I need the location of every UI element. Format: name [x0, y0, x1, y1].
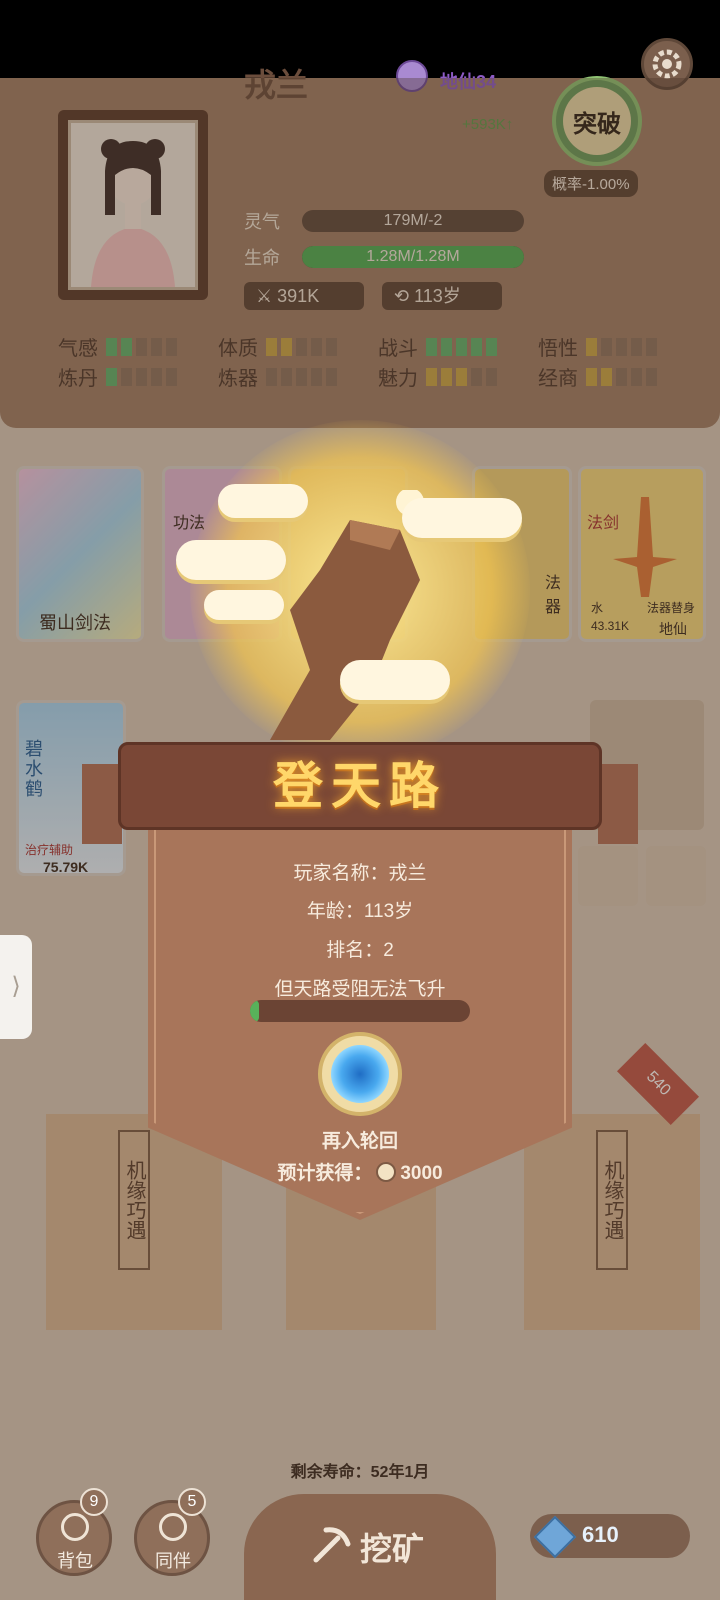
cloud	[402, 498, 522, 538]
banner-end-left	[82, 764, 122, 844]
bag-count-badge: 9	[80, 1488, 108, 1516]
player-name-line: 玩家名称：戎兰	[293, 863, 427, 884]
banner-end-right	[598, 764, 638, 844]
ascension-progress-bar	[250, 1000, 470, 1022]
vortex-icon	[331, 1045, 389, 1103]
chevron-right-icon: ⟩	[11, 973, 21, 1000]
bag-count: 9	[89, 1493, 99, 1510]
partner-label: 同伴	[155, 1551, 191, 1571]
gem-count: 610	[582, 1522, 619, 1547]
side-drawer-tab[interactable]: ⟩	[0, 935, 32, 1039]
ranking-line: 排名：2	[326, 940, 394, 961]
cloud	[204, 590, 284, 620]
person-icon	[159, 1513, 187, 1541]
modal-title: 登天路	[273, 756, 447, 815]
reward-line: 预计获得： 3000	[148, 1158, 572, 1185]
bag-icon	[61, 1513, 89, 1541]
ascension-message: 但天路受阻无法飞升	[274, 979, 446, 1000]
cloud	[176, 540, 286, 580]
pickaxe-icon	[313, 1527, 351, 1563]
age-line: 年龄：113岁	[306, 901, 414, 922]
partner-count: 5	[187, 1493, 197, 1510]
reincarnate-label: 再入轮回	[321, 1131, 398, 1152]
partner-count-badge: 5	[178, 1488, 206, 1516]
cloud	[340, 660, 450, 700]
cloud	[218, 484, 308, 518]
remaining-lifespan: 剩余寿命：52年1月	[290, 1464, 430, 1481]
reincarnate-button[interactable]	[318, 1032, 402, 1116]
mine-label: 挖矿	[360, 1531, 425, 1567]
reward-value: 3000	[400, 1163, 443, 1184]
reward-prefix: 预计获得：	[277, 1163, 373, 1184]
reincarnation-point-icon	[376, 1162, 397, 1182]
bag-label: 背包	[57, 1551, 93, 1571]
